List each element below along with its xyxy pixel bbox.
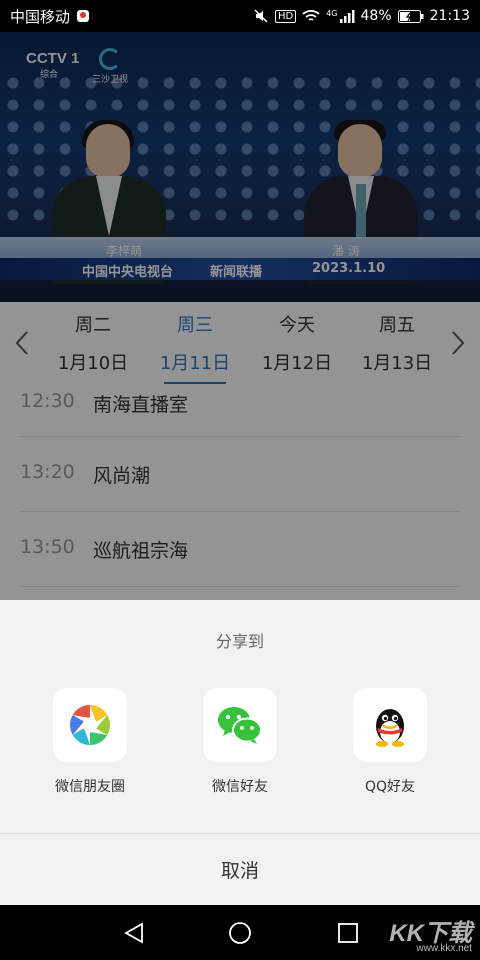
cancel-button[interactable]: 取消 [0, 834, 480, 905]
notification-icon [76, 9, 90, 23]
home-button[interactable] [226, 919, 254, 947]
recents-icon [338, 923, 358, 943]
share-qq-button[interactable]: QQ好友 [320, 688, 460, 796]
home-icon [229, 922, 251, 944]
mute-icon [253, 8, 269, 24]
carrier-name: 中国移动 [10, 7, 71, 26]
hd-icon: HD [274, 9, 297, 23]
back-icon [124, 922, 143, 944]
battery-percent: 48% [360, 8, 392, 24]
share-title: 分享到 [215, 632, 264, 651]
watermark: KK下载 www.kkx.net [389, 913, 472, 954]
system-nav-bar: KK下载 www.kkx.net [0, 905, 480, 960]
moments-icon [53, 688, 127, 762]
recents-button[interactable] [334, 919, 362, 947]
watermark-url: www.kkx.net [416, 943, 472, 954]
share-sheet: 分享到 微信朋友圈 微信好友 QQ好友 取消 [0, 600, 480, 905]
wifi-icon [302, 9, 320, 23]
status-bar: 中国移动 HD 4G 48% 21:13 [0, 0, 480, 32]
share-wechat-button[interactable]: 微信好友 [170, 688, 310, 796]
clock: 21:13 [429, 8, 470, 24]
wechat-icon [203, 688, 277, 762]
battery-icon [397, 9, 424, 23]
network-type: 4G [326, 9, 338, 18]
share-label: 微信朋友圈 [55, 779, 125, 795]
share-moments-button[interactable]: 微信朋友圈 [20, 688, 160, 796]
modal-backdrop[interactable] [0, 32, 480, 600]
signal-icon: 4G [326, 9, 355, 23]
qq-icon [353, 688, 427, 762]
share-label: 微信好友 [212, 779, 268, 795]
back-button[interactable] [120, 919, 148, 947]
share-label: QQ好友 [364, 779, 416, 795]
